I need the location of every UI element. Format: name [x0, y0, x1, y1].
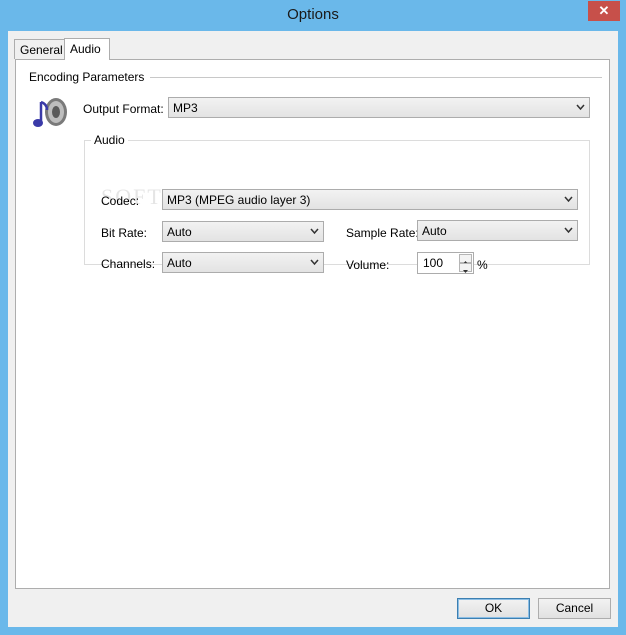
caret-down-icon [463, 270, 468, 273]
channels-label: Channels: [101, 257, 156, 271]
close-button[interactable]: ✕ [588, 1, 620, 21]
encoding-parameters-heading: Encoding Parameters [29, 70, 151, 84]
dialog-client-area: General Audio Encoding Parameters Output… [8, 31, 618, 627]
chevron-down-icon [310, 259, 319, 266]
volume-down-button[interactable] [459, 263, 472, 273]
volume-spin-buttons [459, 254, 472, 273]
output-format-label: Output Format: [83, 102, 164, 116]
samplerate-value: Auto [422, 224, 447, 238]
tab-audio[interactable]: Audio [64, 38, 110, 60]
codec-select[interactable]: MP3 (MPEG audio layer 3) [162, 189, 578, 210]
chevron-down-icon [310, 228, 319, 235]
cancel-button[interactable]: Cancel [538, 598, 611, 619]
section-divider [145, 77, 602, 78]
chevron-down-icon [564, 196, 573, 203]
samplerate-label: Sample Rate: [346, 226, 419, 240]
close-icon: ✕ [598, 3, 610, 18]
ok-button[interactable]: OK [457, 598, 530, 619]
volume-label: Volume: [346, 258, 390, 272]
samplerate-select[interactable]: Auto [417, 220, 578, 241]
title-bar[interactable]: Options ✕ [0, 0, 626, 31]
audio-tab-panel: Encoding Parameters Output Format: MP3 A… [15, 59, 610, 589]
tab-general[interactable]: General [14, 39, 69, 59]
chevron-down-icon [576, 104, 585, 111]
bitrate-label: Bit Rate: [101, 226, 148, 240]
output-format-value: MP3 [173, 101, 198, 115]
channels-value: Auto [167, 256, 192, 270]
music-speaker-icon [33, 98, 67, 127]
window-title: Options [287, 6, 339, 23]
output-format-select[interactable]: MP3 [168, 97, 590, 118]
codec-label: Codec: [101, 194, 140, 208]
codec-value: MP3 (MPEG audio layer 3) [167, 193, 311, 207]
bitrate-select[interactable]: Auto [162, 221, 324, 242]
volume-value: 100 [423, 256, 444, 270]
options-window: Options ✕ General Audio Encoding Paramet… [0, 0, 626, 635]
chevron-down-icon [564, 227, 573, 234]
bitrate-value: Auto [167, 225, 192, 239]
audio-group-title: Audio [91, 133, 128, 147]
volume-spinbox[interactable]: 100 [417, 252, 474, 274]
channels-select[interactable]: Auto [162, 252, 324, 273]
volume-up-button[interactable] [459, 254, 472, 264]
volume-unit: % [477, 258, 488, 272]
